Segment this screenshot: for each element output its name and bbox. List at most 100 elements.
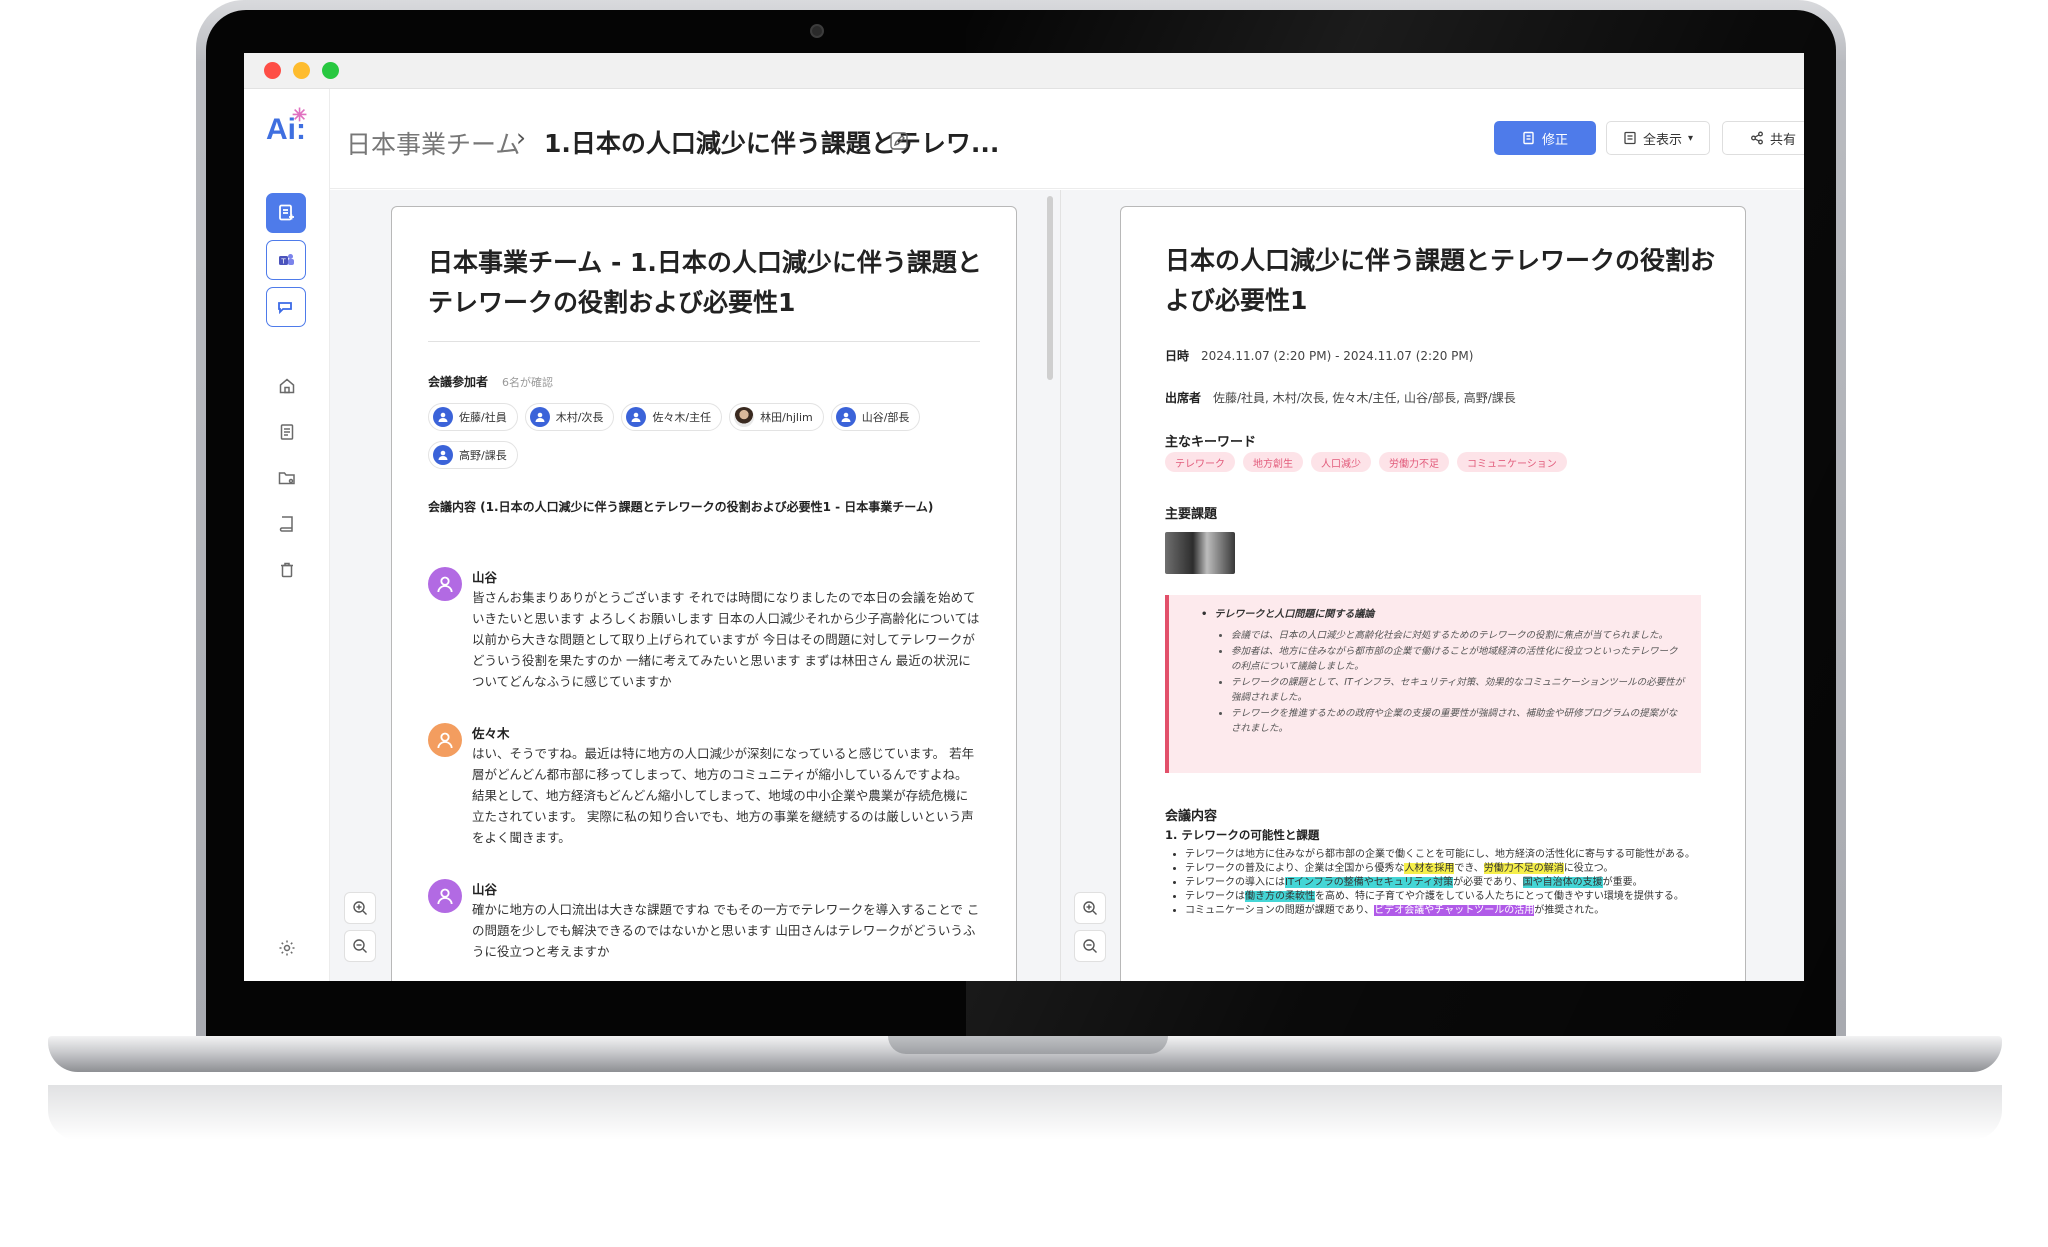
list-item: 参加者は、地方に住みながら都市部の企業で働けることが地域経済の活性化に役立つとい… bbox=[1231, 644, 1685, 674]
view-mode-label: 全表示 bbox=[1642, 132, 1682, 148]
user-icon bbox=[529, 407, 550, 427]
attendee-chip[interactable]: 佐々木/主任 bbox=[621, 403, 723, 431]
callout-list: 会議では、日本の人口減少と高齢化社会に対処するためのテレワークの役割に焦点が当て… bbox=[1213, 628, 1685, 736]
sidebar-item-book[interactable] bbox=[274, 511, 300, 537]
sidebar-item-shared-folder[interactable] bbox=[274, 465, 300, 491]
summary-document: 日本の人口減少に伴う課題とテレワークの役割および必要性1 日時 2024.11.0… bbox=[1120, 206, 1746, 981]
message-text: はい、そうですね。最近は特に地方の人口減少が深刻になっていると感じています。 若… bbox=[472, 746, 975, 845]
issues-callout: • テレワークと人口問題に関する議論 会議では、日本の人口減少と高齢化社会に対処… bbox=[1165, 595, 1701, 773]
edit-doc-icon bbox=[1523, 131, 1534, 145]
attendee-chip[interactable]: 山谷/部長 bbox=[830, 403, 921, 431]
laptop-notch bbox=[888, 1036, 1168, 1054]
right-zoom-in-button[interactable] bbox=[1074, 892, 1106, 924]
list-item: 会議では、日本の人口減少と高齢化社会に対処するためのテレワークの役割に焦点が当て… bbox=[1231, 628, 1685, 643]
list-icon bbox=[1624, 131, 1636, 145]
camera-icon bbox=[810, 24, 824, 38]
list-item: テレワークは地方に住みながら都市部の企業で働くことを可能にし、地方経済の活性化に… bbox=[1185, 848, 1713, 862]
pane-divider[interactable] bbox=[1060, 190, 1061, 981]
list-item: テレワークの課題として、ITインフラ、セキュリティ対策、効果的なコミュニケーショ… bbox=[1231, 675, 1685, 705]
meeting-button[interactable] bbox=[266, 287, 306, 327]
left-zoom-in-button[interactable] bbox=[344, 892, 376, 924]
date-label: 日時 bbox=[1165, 349, 1190, 363]
teams-button[interactable]: T bbox=[266, 240, 306, 280]
message-text: 皆さんお集まりありがとうございます それでは時間になりましたので本日の会議を始め… bbox=[472, 590, 980, 689]
user-icon bbox=[626, 407, 647, 427]
keyword-tag[interactable]: 地方創生 bbox=[1243, 452, 1303, 472]
maximize-window-icon[interactable] bbox=[322, 62, 339, 79]
attendee-chip[interactable]: 林田/hjlim bbox=[729, 403, 824, 431]
highlight: 労働力不足の解消 bbox=[1483, 863, 1564, 874]
highlight: 働き方の柔軟性 bbox=[1245, 891, 1315, 902]
left-scrollbar[interactable] bbox=[1047, 196, 1053, 380]
transcript-title: 日本事業チーム - 1.日本の人口減少に伴う課題とテレワークの役割および必要性1 bbox=[428, 248, 982, 317]
breadcrumb-separator: › bbox=[516, 123, 526, 152]
sidebar-item-trash[interactable] bbox=[274, 557, 300, 583]
attendee-chips: 佐藤/社員 木村/次長 佐々木/主任 林田/hjlim 山谷/部長 高野/課長 bbox=[428, 403, 988, 469]
pencil-icon bbox=[890, 132, 908, 150]
home-icon bbox=[279, 378, 295, 394]
logo-spark-icon: ✳ bbox=[292, 105, 308, 125]
user-icon bbox=[835, 407, 856, 427]
attendee-chip[interactable]: 佐藤/社員 bbox=[428, 403, 518, 431]
edit-button[interactable]: 修正 bbox=[1494, 121, 1596, 155]
window-titlebar bbox=[244, 53, 1804, 89]
keyword-tag[interactable]: コミュニケーション bbox=[1457, 452, 1567, 472]
zoom-out-icon bbox=[353, 939, 367, 953]
right-zoom-out-button[interactable] bbox=[1074, 930, 1106, 962]
page-header: 日本事業チーム › 1.日本の人口減少に伴う課題とテレワ... 修正 全表示 ▾… bbox=[330, 89, 1804, 189]
keywords-label: 主なキーワード bbox=[1165, 435, 1257, 450]
keyword-tag[interactable]: 人口減少 bbox=[1311, 452, 1371, 472]
section-bullets: テレワークは地方に住みながら都市部の企業で働くことを可能にし、地方経済の活性化に… bbox=[1165, 848, 1713, 918]
share-icon bbox=[1751, 131, 1763, 145]
speaker-name: 佐々木 bbox=[472, 726, 510, 741]
breadcrumb-parent[interactable]: 日本事業チーム bbox=[346, 125, 520, 161]
avatar bbox=[734, 407, 755, 427]
highlight: ビデオ会議やチャットツールの活用 bbox=[1374, 905, 1535, 916]
keyword-tag[interactable]: テレワーク bbox=[1165, 452, 1235, 472]
share-button[interactable]: 共有 bbox=[1722, 121, 1804, 155]
meeting-thumbnail[interactable] bbox=[1165, 532, 1235, 574]
attendees-label: 会議参加者 bbox=[428, 375, 489, 389]
zoom-out-icon bbox=[1083, 939, 1097, 953]
svg-text:T: T bbox=[280, 258, 286, 266]
view-mode-dropdown[interactable]: 全表示 ▾ bbox=[1606, 121, 1710, 155]
book-icon bbox=[279, 516, 293, 532]
highlight: 国や自治体の支援 bbox=[1522, 877, 1603, 888]
trash-icon bbox=[281, 562, 293, 578]
message-text: 確かに地方の人口流出は大きな課題ですね でもその一方でテレワークを導入することで… bbox=[472, 902, 980, 959]
folder-share-icon bbox=[278, 472, 295, 485]
list-item: コミュニケーションの問題が課題であり、ビデオ会議やチャットツールの活用が推奨され… bbox=[1185, 904, 1713, 918]
issues-label: 主要課題 bbox=[1165, 507, 1218, 522]
app-logo[interactable]: Ai: ✳ bbox=[266, 105, 310, 153]
zoom-in-icon bbox=[1083, 901, 1097, 915]
user-icon bbox=[433, 445, 453, 465]
laptop-reflection bbox=[48, 1085, 2002, 1140]
summary-title: 日本の人口減少に伴う課題とテレワークの役割および必要性1 bbox=[1165, 246, 1716, 315]
attendees-count: 6名が確認 bbox=[502, 376, 553, 389]
list-item: テレワークは働き方の柔軟性を高め、特に子育てや介護をしている人たちにとって働きや… bbox=[1185, 890, 1713, 904]
app-screen: Ai: ✳ T 日本事業チーム › 1.日本の人口減少に伴う課題とテレワ... … bbox=[244, 53, 1804, 981]
edit-title-button[interactable] bbox=[890, 132, 908, 150]
attendee-chip[interactable]: 高野/課長 bbox=[428, 441, 518, 469]
minimize-window-icon[interactable] bbox=[293, 62, 310, 79]
keyword-tags: テレワーク 地方創生 人口減少 労働力不足 コミュニケーション bbox=[1165, 452, 1567, 472]
keyword-tag[interactable]: 労働力不足 bbox=[1379, 452, 1449, 472]
title-divider bbox=[428, 341, 980, 342]
attendee-chip[interactable]: 木村/次長 bbox=[524, 403, 615, 431]
close-window-icon[interactable] bbox=[264, 62, 281, 79]
highlight: ITインフラの整備やセキュリティ対策 bbox=[1285, 877, 1454, 888]
sidebar-item-home[interactable] bbox=[274, 373, 300, 399]
sidebar-item-documents[interactable] bbox=[274, 419, 300, 445]
highlight: 人材を採用 bbox=[1404, 863, 1455, 874]
speaker-avatar-icon bbox=[428, 723, 462, 757]
share-button-label: 共有 bbox=[1769, 132, 1796, 148]
zoom-in-icon bbox=[353, 901, 367, 915]
teams-icon: T bbox=[279, 254, 294, 266]
content-label: 会議内容 bbox=[1165, 809, 1218, 824]
sidebar: Ai: ✳ T bbox=[244, 89, 330, 981]
speaker-avatar-icon bbox=[428, 567, 462, 601]
new-note-button[interactable] bbox=[266, 193, 306, 233]
speaker-avatar-icon bbox=[428, 879, 462, 913]
sidebar-item-settings[interactable] bbox=[274, 935, 300, 961]
left-zoom-out-button[interactable] bbox=[344, 930, 376, 962]
